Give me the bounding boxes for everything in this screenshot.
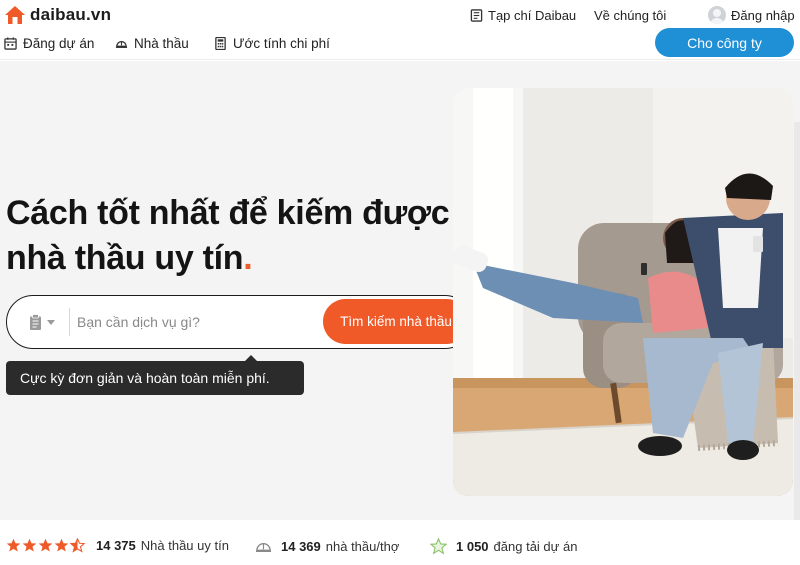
logo[interactable]: daibau.vn	[4, 5, 111, 25]
helmet-icon	[115, 41, 128, 48]
stat-projects: 1 050 đăng tải dự án	[430, 538, 577, 555]
hero-title: Cách tốt nhất để kiếm được nhà thầu uy t…	[6, 191, 450, 281]
stats-bar: 14 375 Nhà thầu uy tín 14 369 nhà thầu/t…	[0, 520, 800, 565]
stat-contractors-label: Nhà thầu uy tín	[140, 538, 229, 553]
star-icon	[22, 538, 37, 552]
nav-cost-estimate[interactable]: Ước tính chi phí	[214, 36, 330, 51]
user-avatar-icon	[708, 6, 726, 24]
stat-projects-count: 1 050	[456, 539, 489, 554]
nav-post-project-label: Đăng dự án	[23, 36, 95, 51]
top-header: daibau.vn Tạp chí Daibau Về chúng tôi Đă…	[0, 0, 800, 60]
stat-workers: 14 369 nhà thầu/thợ	[255, 538, 399, 555]
for-companies-button[interactable]: Cho công ty	[655, 28, 794, 57]
helmet-icon	[255, 543, 272, 552]
house-logo-icon	[5, 6, 25, 24]
about-link-label: Về chúng tôi	[594, 8, 667, 23]
stat-contractors-count: 14 375	[96, 538, 136, 553]
search-tooltip: Cực kỳ đơn giản và hoàn toàn miễn phí.	[6, 355, 304, 395]
nav-contractors-label: Nhà thầu	[134, 36, 189, 51]
login-link[interactable]: Đăng nhập	[708, 6, 795, 24]
star-outline-icon	[430, 538, 447, 555]
clipboard-icon	[30, 314, 41, 330]
about-link[interactable]: Về chúng tôi	[594, 8, 666, 23]
hero-photo	[453, 88, 793, 496]
stat-rating: 14 375 Nhà thầu uy tín	[6, 538, 229, 553]
search-input[interactable]	[77, 310, 317, 334]
couple-on-sofa-image	[453, 88, 793, 496]
stat-workers-count: 14 369	[281, 539, 321, 554]
hero-title-dot: .	[243, 239, 253, 277]
hero-title-line1: Cách tốt nhất để kiếm được	[6, 194, 450, 232]
nav-cost-estimate-label: Ước tính chi phí	[233, 36, 330, 51]
star-half-icon	[70, 538, 85, 553]
star-icon	[38, 538, 53, 552]
star-icon	[54, 538, 69, 552]
magazine-link-label: Tạp chí Daibau	[488, 8, 577, 23]
rating-stars	[6, 538, 85, 553]
category-dropdown[interactable]	[29, 314, 55, 331]
magazine-link[interactable]: Tạp chí Daibau	[470, 8, 576, 23]
find-contractors-button[interactable]: Tìm kiếm nhà thầu	[323, 299, 469, 344]
magazine-icon	[470, 9, 483, 22]
chevron-down-icon	[47, 320, 55, 325]
login-link-label: Đăng nhập	[731, 7, 795, 23]
page-scrollbar[interactable]	[794, 122, 800, 565]
nav-post-project[interactable]: Đăng dự án	[4, 36, 94, 51]
nav-contractors[interactable]: Nhà thầu	[115, 36, 189, 51]
stat-projects-label: đăng tải dự án	[493, 539, 578, 554]
search-divider	[69, 308, 70, 336]
hero-title-line2: nhà thầu uy tín	[6, 239, 244, 277]
calendar-icon	[4, 37, 17, 50]
brand-name: daibau.vn	[30, 5, 112, 24]
stat-workers-label: nhà thầu/thợ	[325, 539, 400, 554]
search-bar: Tìm kiếm nhà thầu	[6, 295, 472, 349]
star-icon	[6, 538, 21, 552]
hero-section: Cách tốt nhất để kiếm được nhà thầu uy t…	[0, 61, 800, 565]
calculator-icon	[215, 37, 226, 50]
